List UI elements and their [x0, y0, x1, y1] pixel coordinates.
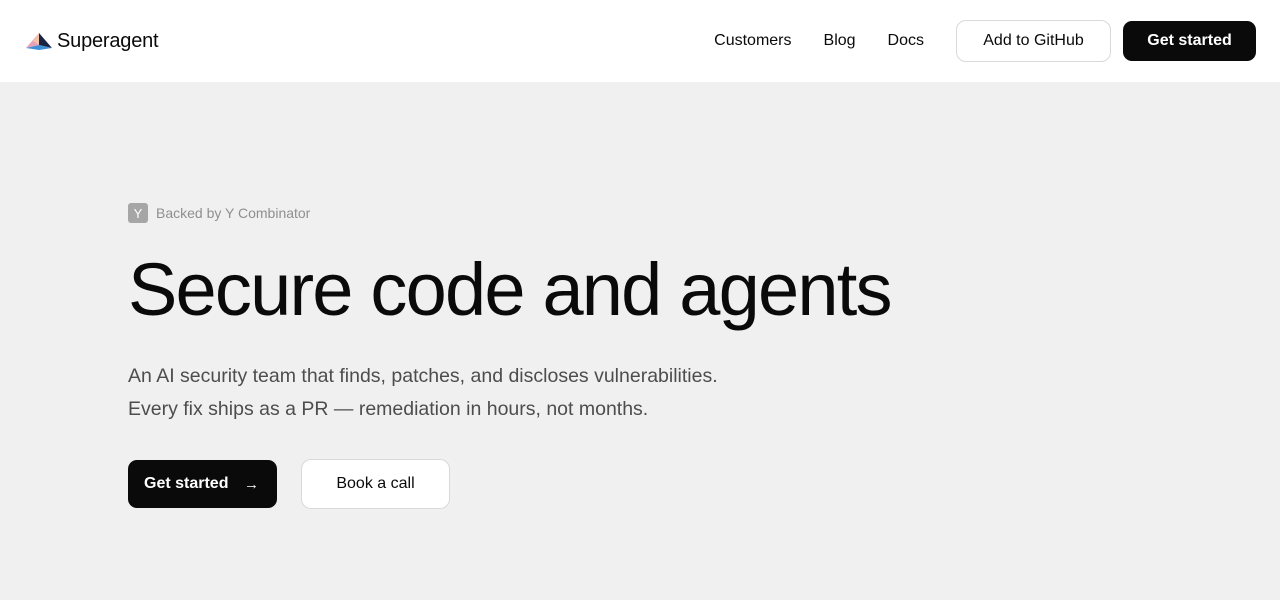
book-a-call-button[interactable]: Book a call — [301, 459, 450, 510]
add-to-github-button[interactable]: Add to GitHub — [956, 20, 1111, 62]
site-header: Superagent Customers Blog Docs Add to Gi… — [0, 0, 1280, 82]
hero-actions: Get started → Book a call — [128, 459, 1028, 510]
yc-badge: Y Backed by Y Combinator — [128, 203, 1028, 223]
pyramid-logo-icon — [25, 31, 53, 51]
hero-get-started-label: Get started — [144, 475, 229, 493]
hero-title: Secure code and agents — [128, 248, 892, 331]
main-nav: Customers Blog Docs Add to GitHub Get st… — [714, 20, 1256, 62]
hero-subtitle: An AI security team that finds, patches,… — [128, 360, 1028, 426]
nav-link-customers[interactable]: Customers — [714, 32, 791, 50]
badge-text: Backed by Y Combinator — [156, 205, 311, 221]
hero-get-started-button[interactable]: Get started → — [128, 460, 277, 509]
nav-link-docs[interactable]: Docs — [888, 32, 924, 50]
hero-subtitle-line: An AI security team that finds, patches,… — [128, 365, 718, 388]
nav-link-blog[interactable]: Blog — [824, 32, 856, 50]
arrow-right-icon: → — [244, 475, 259, 493]
brand-link[interactable]: Superagent — [25, 29, 159, 53]
hero-section: Y Backed by Y Combinator Secure code and… — [128, 203, 1028, 510]
brand-name: Superagent — [57, 29, 159, 52]
y-combinator-icon: Y — [128, 203, 148, 223]
hero-subtitle-line: Every fix ships as a PR — remediation in… — [128, 398, 649, 421]
header-get-started-button[interactable]: Get started — [1123, 21, 1256, 61]
